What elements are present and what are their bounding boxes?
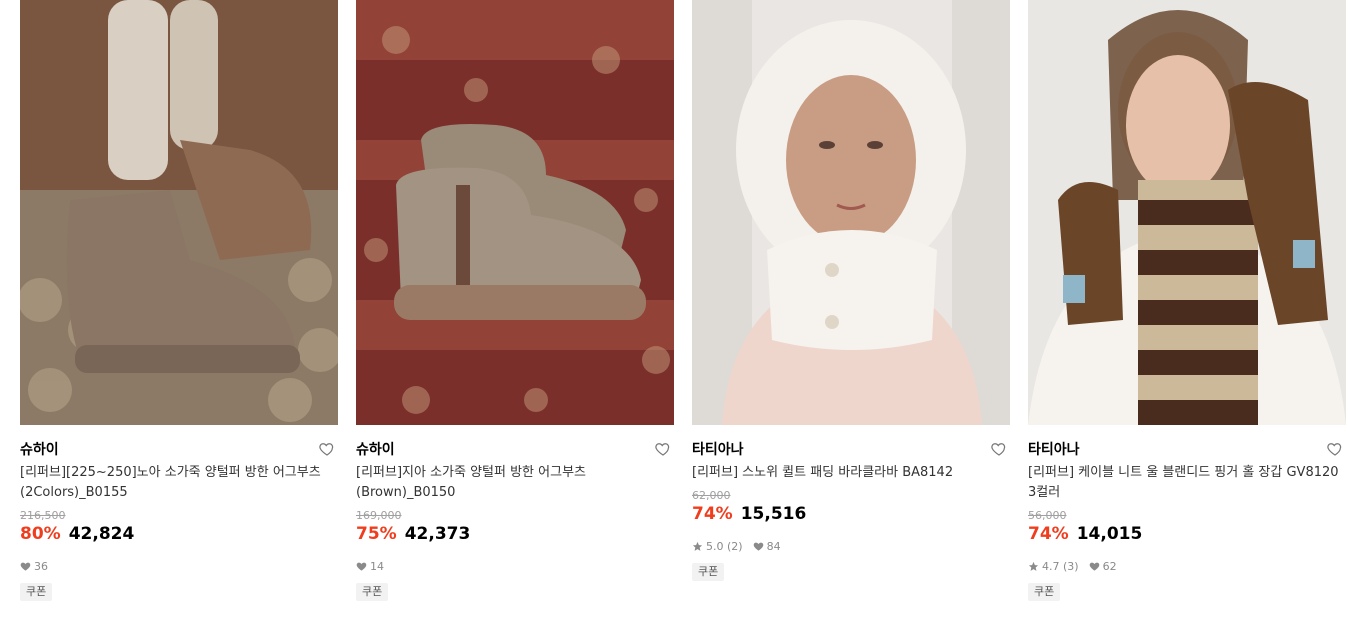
rating: 4.7 (3) (1042, 559, 1079, 573)
original-price: 216,500 (20, 509, 66, 522)
gloves-photo-icon (1028, 0, 1346, 425)
like-count: 84 (766, 539, 781, 553)
heart-icon[interactable] (990, 440, 1008, 458)
product-image[interactable] (692, 0, 1010, 425)
heart-icon[interactable] (1326, 440, 1344, 458)
discount-rate: 74% (692, 504, 733, 524)
boots-photo-icon (356, 0, 674, 425)
discount-rate: 74% (1028, 524, 1069, 544)
product-card[interactable]: 타티아나 [리퍼브] 케이블 니트 울 블랜디드 핑거 홀 장갑 GV8120 … (1028, 0, 1346, 601)
brand-name[interactable]: 타티아나 (1028, 439, 1080, 459)
coupon-badge: 쿠폰 (692, 563, 725, 581)
product-name[interactable]: [리퍼브][225~250]노아 소가죽 양털퍼 방한 어그부츠(2Colors… (20, 463, 338, 503)
product-name[interactable]: [리퍼브] 케이블 니트 울 블랜디드 핑거 홀 장갑 GV8120 3컬러 (1028, 463, 1346, 503)
product-meta: 36 (20, 559, 338, 573)
sale-price: 15,516 (740, 504, 807, 524)
product-name[interactable]: [리퍼브]지아 소가죽 양털퍼 방한 어그부츠(Brown)_B0150 (356, 463, 674, 503)
coupon-badge: 쿠폰 (356, 583, 389, 601)
heart-filled-icon (753, 542, 763, 551)
discount-rate: 75% (356, 524, 397, 544)
like-count: 36 (34, 559, 48, 573)
coupon-badge: 쿠폰 (20, 583, 53, 601)
heart-icon[interactable] (654, 440, 672, 458)
product-meta: 14 (356, 559, 674, 573)
product-image[interactable] (356, 0, 674, 425)
discount-rate: 80% (20, 524, 61, 544)
brand-name[interactable]: 슈하이 (20, 439, 59, 459)
star-icon (1028, 561, 1039, 571)
heart-filled-icon (356, 562, 367, 571)
original-price: 169,000 (356, 509, 402, 522)
star-icon (692, 541, 703, 551)
heart-icon[interactable] (318, 440, 336, 458)
like-count: 14 (370, 559, 384, 573)
sale-price: 14,015 (1076, 524, 1143, 544)
sale-price: 42,824 (68, 524, 135, 544)
product-card[interactable]: 타티아나 [리퍼브] 스노위 퀼트 패딩 바라클라바 BA8142 62,000… (692, 0, 1010, 581)
product-name[interactable]: [리퍼브] 스노위 퀼트 패딩 바라클라바 BA8142 (692, 463, 1010, 483)
rating: 5.0 (2) (706, 539, 743, 553)
product-card[interactable]: 슈하이 [리퍼브]지아 소가죽 양털퍼 방한 어그부츠(Brown)_B0150… (356, 0, 674, 601)
product-card[interactable]: 슈하이 [리퍼브][225~250]노아 소가죽 양털퍼 방한 어그부츠(2Co… (20, 0, 338, 601)
brand-name[interactable]: 슈하이 (356, 439, 395, 459)
product-image[interactable] (1028, 0, 1346, 425)
coupon-badge: 쿠폰 (1028, 583, 1061, 601)
product-image[interactable] (20, 0, 338, 425)
heart-filled-icon (1089, 562, 1099, 571)
balaclava-photo-icon (692, 0, 1010, 425)
original-price: 62,000 (692, 489, 731, 502)
brand-name[interactable]: 타티아나 (692, 439, 744, 459)
product-meta: 5.0 (2) 84 (692, 539, 1010, 553)
product-grid: 슈하이 [리퍼브][225~250]노아 소가죽 양털퍼 방한 어그부츠(2Co… (0, 0, 1348, 621)
sale-price: 42,373 (404, 524, 471, 544)
heart-filled-icon (20, 562, 31, 571)
boots-photo-icon (20, 0, 338, 425)
original-price: 56,000 (1028, 509, 1067, 522)
product-meta: 4.7 (3) 62 (1028, 559, 1346, 573)
like-count: 62 (1102, 559, 1117, 573)
